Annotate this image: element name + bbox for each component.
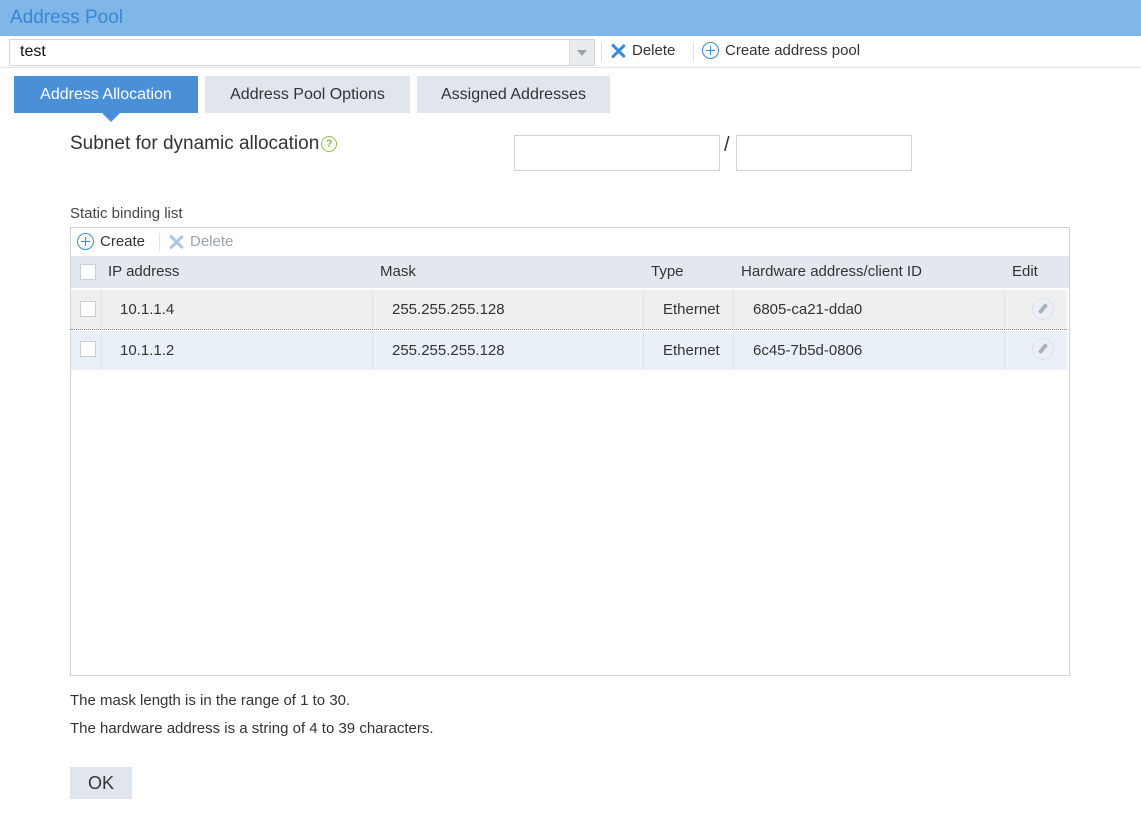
create-binding-label: Create xyxy=(100,233,146,250)
title-bar: Address Pool xyxy=(0,0,1141,36)
tab-assigned-addresses[interactable]: Assigned Addresses xyxy=(417,76,610,113)
chevron-down-icon[interactable] xyxy=(569,40,594,65)
delete-binding-label: Delete xyxy=(190,233,234,250)
row-mask: 255.255.255.128 xyxy=(392,301,505,318)
create-binding-button[interactable]: Create xyxy=(77,233,145,250)
close-icon xyxy=(168,234,184,250)
row-ip: 10.1.1.2 xyxy=(120,342,175,359)
create-pool-button[interactable]: Create address pool xyxy=(702,42,860,59)
hardware-address-note: The hardware address is a string of 4 to… xyxy=(70,720,434,737)
select-all-checkbox[interactable] xyxy=(80,264,96,280)
grid-toolbar-divider xyxy=(159,233,160,251)
add-circle-icon xyxy=(702,42,719,59)
table-row[interactable] xyxy=(71,331,1067,370)
column-header-ip[interactable]: IP address xyxy=(108,263,179,280)
edit-icon[interactable] xyxy=(1032,298,1054,320)
column-header-edit: Edit xyxy=(1012,263,1038,280)
pool-select-value: test xyxy=(20,43,46,60)
tab-address-pool-options[interactable]: Address Pool Options xyxy=(205,76,410,113)
edit-icon[interactable] xyxy=(1032,338,1054,360)
tab-label: Address Allocation xyxy=(40,85,172,103)
pool-select[interactable]: test xyxy=(9,39,595,66)
subnet-field-label: Subnet for dynamic allocation ? xyxy=(70,133,338,155)
subnet-separator: / xyxy=(724,134,730,156)
ok-button[interactable]: OK xyxy=(70,767,132,799)
tab-address-allocation[interactable]: Address Allocation xyxy=(14,76,198,122)
delete-pool-label: Delete xyxy=(632,42,676,59)
column-header-hardware[interactable]: Hardware address/client ID xyxy=(741,263,922,280)
toolbar-divider xyxy=(601,42,602,62)
help-icon[interactable]: ? xyxy=(321,136,338,152)
delete-binding-button[interactable]: Delete xyxy=(168,233,233,250)
delete-pool-button[interactable]: Delete xyxy=(610,42,675,59)
row-ip: 10.1.1.4 xyxy=(120,301,175,318)
subnet-address-input[interactable] xyxy=(514,135,720,171)
static-binding-list-label: Static binding list xyxy=(70,205,183,222)
row-mask: 255.255.255.128 xyxy=(392,342,505,359)
row-type: Ethernet xyxy=(663,301,720,318)
row-type: Ethernet xyxy=(663,342,720,359)
subnet-label-text: Subnet for dynamic allocation xyxy=(70,133,320,154)
add-circle-icon xyxy=(77,233,94,250)
tab-label: Address Pool Options xyxy=(230,85,385,103)
toolbar-divider xyxy=(693,42,694,62)
window-title: Address Pool xyxy=(10,7,124,28)
row-hardware: 6c45-7b5d-0806 xyxy=(753,342,863,359)
column-header-type[interactable]: Type xyxy=(651,263,684,280)
toolbar-divider-line xyxy=(0,67,1141,68)
row-checkbox[interactable] xyxy=(80,341,96,357)
column-header-mask[interactable]: Mask xyxy=(380,263,416,280)
mask-length-note: The mask length is in the range of 1 to … xyxy=(70,692,351,709)
row-hardware: 6805-ca21-dda0 xyxy=(753,301,863,318)
create-pool-label: Create address pool xyxy=(725,42,861,59)
tab-label: Assigned Addresses xyxy=(441,85,586,103)
table-row[interactable] xyxy=(71,290,1067,330)
subnet-mask-input[interactable] xyxy=(736,135,912,171)
close-icon xyxy=(610,43,626,59)
row-checkbox[interactable] xyxy=(80,301,96,317)
